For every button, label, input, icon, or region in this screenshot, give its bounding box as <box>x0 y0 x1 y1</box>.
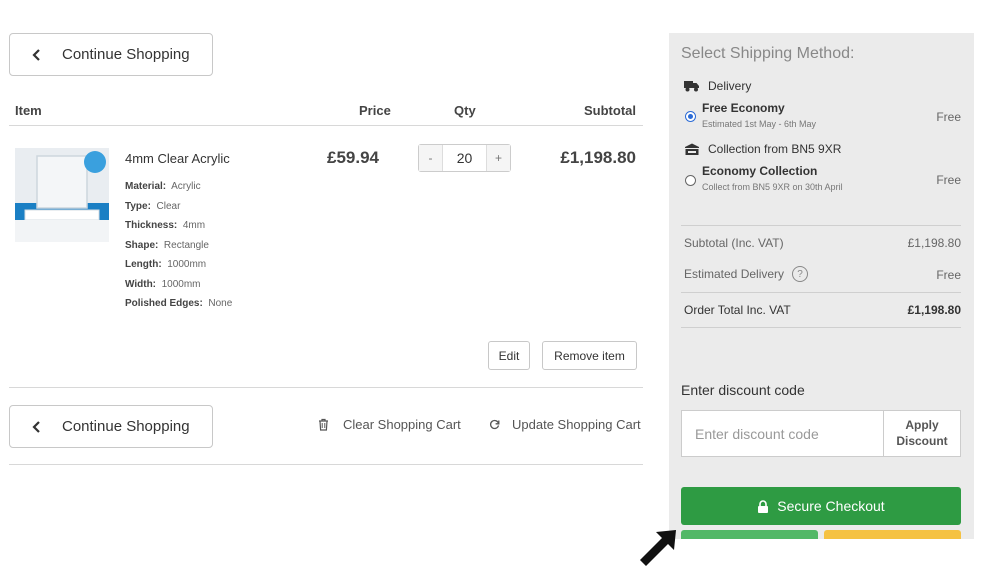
qty-decrease-button[interactable]: - <box>419 145 443 171</box>
product-thumbnail[interactable] <box>15 148 109 242</box>
header-subtotal: Subtotal <box>584 103 636 118</box>
update-cart-label: Update Shopping Cart <box>512 417 641 432</box>
summary-divider <box>681 225 961 226</box>
economy-collection-title: Economy Collection <box>702 164 818 178</box>
total-divider <box>681 292 961 293</box>
continue-shopping-button-bottom[interactable]: Continue Shopping <box>9 405 213 448</box>
header-price: Price <box>359 103 391 118</box>
lock-icon <box>757 499 769 513</box>
continue-shopping-button-top[interactable]: Continue Shopping <box>9 33 213 76</box>
product-name[interactable]: 4mm Clear Acrylic <box>125 151 230 166</box>
clear-cart-label: Clear Shopping Cart <box>343 417 461 432</box>
chevron-left-icon <box>32 420 62 433</box>
continue-shopping-label: Continue Shopping <box>62 46 190 63</box>
item-price: £59.94 <box>327 148 379 167</box>
free-economy-title: Free Economy <box>702 101 785 115</box>
economy-collection-price: Free <box>936 173 961 187</box>
order-total-value: £1,198.80 <box>907 303 961 317</box>
pointer-arrow-icon <box>636 526 680 572</box>
alt-payment-button-yellow[interactable] <box>824 530 961 539</box>
qty-increase-button[interactable]: + <box>486 145 510 171</box>
attr-polished-edges: Polished Edges: None <box>125 298 233 309</box>
header-divider <box>9 125 643 126</box>
estimated-delivery-value: Free <box>936 268 961 282</box>
qty-input[interactable]: 20 <box>443 145 486 171</box>
attr-thickness: Thickness: 4mm <box>125 220 206 231</box>
refresh-icon <box>489 419 500 430</box>
item-subtotal: £1,198.80 <box>560 148 636 167</box>
economy-collection-radio[interactable] <box>685 175 696 186</box>
delivery-group-label: Delivery <box>684 79 751 93</box>
header-item: Item <box>15 103 42 118</box>
attr-length: Length: 1000mm <box>125 259 207 270</box>
secure-checkout-button[interactable]: Secure Checkout <box>681 487 961 525</box>
help-icon[interactable]: ? <box>792 266 809 282</box>
update-cart-button[interactable]: Update Shopping Cart <box>489 417 641 432</box>
discount-label: Enter discount code <box>681 382 805 398</box>
economy-collection-subtitle: Collect from BN5 9XR on 30th April <box>702 182 843 192</box>
remove-item-button[interactable]: Remove item <box>542 341 637 370</box>
clear-cart-button[interactable]: Clear Shopping Cart <box>318 417 461 432</box>
estimated-delivery-row: Estimated Delivery ? <box>684 266 809 282</box>
chevron-left-icon <box>32 48 62 61</box>
continue-shopping-label: Continue Shopping <box>62 418 190 435</box>
subtotal-label: Subtotal (Inc. VAT) <box>684 236 784 250</box>
apply-discount-button[interactable]: Apply Discount <box>883 410 961 457</box>
discount-code-input[interactable] <box>681 410 884 457</box>
store-icon <box>684 143 700 156</box>
attr-width: Width: 1000mm <box>125 279 201 290</box>
bottom-divider <box>9 464 643 465</box>
alt-payment-button-green[interactable] <box>681 530 818 539</box>
actions-divider <box>9 387 643 388</box>
free-economy-radio[interactable] <box>685 111 696 122</box>
order-total-label: Order Total Inc. VAT <box>684 303 791 317</box>
subtotal-value: £1,198.80 <box>907 236 961 250</box>
free-economy-price: Free <box>936 110 961 124</box>
truck-icon <box>684 80 700 92</box>
edit-button[interactable]: Edit <box>488 341 530 370</box>
total-bottom-divider <box>681 327 961 328</box>
estimated-delivery-label: Estimated Delivery <box>684 267 785 281</box>
trash-icon <box>318 418 329 431</box>
quantity-stepper: - 20 + <box>418 144 511 172</box>
attr-shape: Shape: Rectangle <box>125 240 209 251</box>
attr-material: Material: Acrylic <box>125 181 201 192</box>
free-economy-subtitle: Estimated 1st May - 6th May <box>702 119 817 129</box>
attr-type: Type: Clear <box>125 201 181 212</box>
header-qty: Qty <box>454 103 476 118</box>
shipping-method-title: Select Shipping Method: <box>681 45 855 62</box>
collection-group-label: Collection from BN5 9XR <box>684 142 841 156</box>
